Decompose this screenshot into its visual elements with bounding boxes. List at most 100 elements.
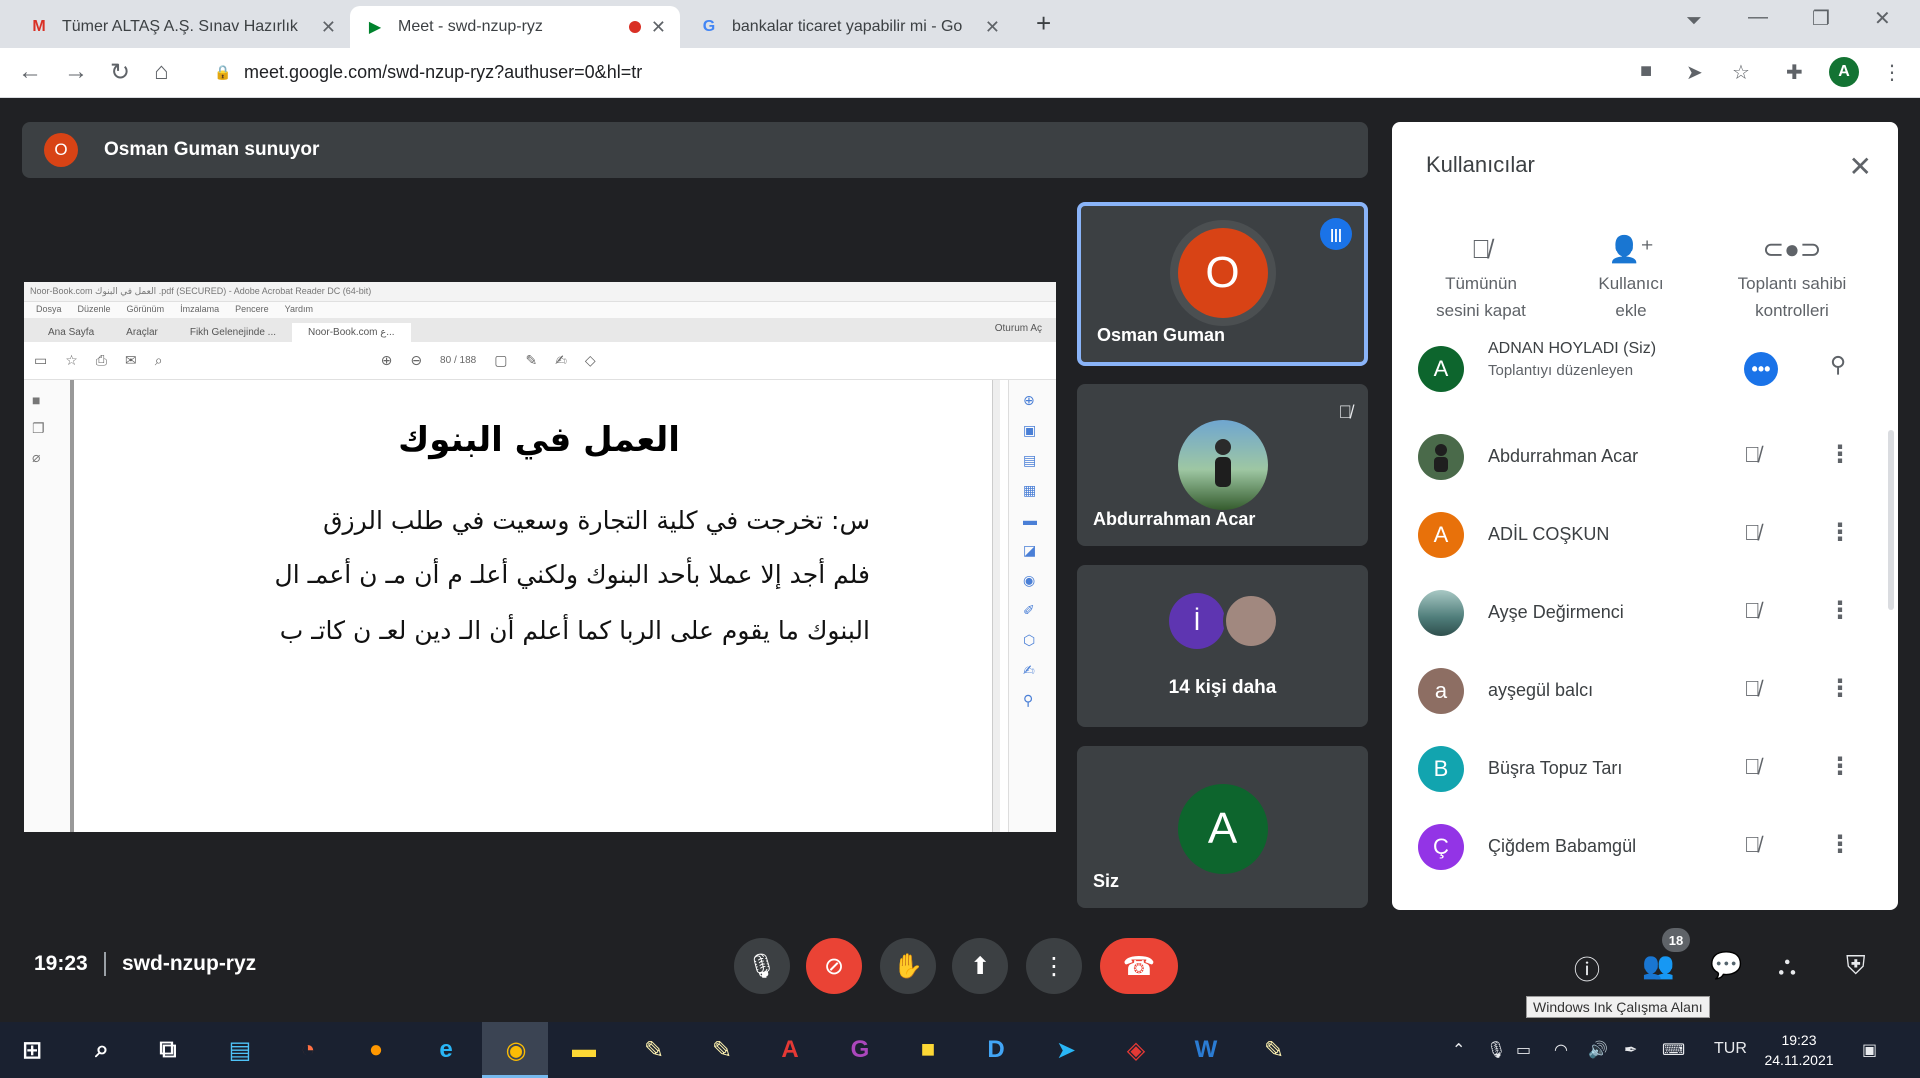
zoom-search-icon: ⌕ [154,352,163,368]
participant-row[interactable]: Abdurrahman Acar 🎙̸ ⋮ [1392,418,1898,496]
edge-icon[interactable]: e [428,1032,464,1068]
tab-google-search[interactable]: G bankalar ticaret yapabilir mi - Go ✕ [684,6,1014,48]
app-icon[interactable]: G [842,1032,878,1068]
raise-hand-button[interactable]: ✋ [880,938,936,994]
chat-icon[interactable]: 💬 [1710,950,1742,981]
microphone-button[interactable]: 🎙 [734,938,790,994]
extensions-icon[interactable]: ✚ [1786,60,1803,85]
tile-more-people[interactable]: İ 14 kişi daha [1077,565,1368,727]
back-icon[interactable]: ← [18,58,42,86]
zoom-icon: ⊕ [1023,392,1035,408]
forward-icon[interactable]: → [64,58,88,86]
ink-workspace-icon[interactable]: ✒ [1624,1040,1637,1060]
close-tab-icon[interactable]: ✕ [651,17,666,38]
app-icon[interactable]: ✎ [1256,1032,1292,1068]
profile-avatar[interactable]: A [1829,57,1859,87]
notifications-icon[interactable]: ▣ [1862,1040,1877,1060]
volume-icon[interactable]: 🔊 [1588,1040,1608,1060]
reload-icon[interactable]: ↻ [110,58,130,87]
close-tab-icon[interactable]: ✕ [985,17,1000,38]
app-icon[interactable]: ✎ [704,1032,740,1068]
tile-avatar: O [1177,228,1268,318]
telegram-icon[interactable]: ➤ [1048,1032,1084,1068]
app-icon[interactable]: ▤ [222,1032,258,1068]
leave-call-button[interactable]: ☎ [1100,938,1178,994]
chrome-icon[interactable]: ◉ [498,1032,534,1068]
app-icon[interactable]: ✎ [636,1032,672,1068]
shared-tab: Ana Sayfa [48,327,95,338]
tray-chevron-icon[interactable]: ⌃ [1452,1040,1465,1060]
person-silhouette-icon [1214,439,1231,487]
panel-scrollbar[interactable] [1888,430,1894,610]
more-options-icon[interactable]: ⋮ [1828,596,1852,625]
participant-avatar: a [1418,668,1464,714]
add-people-button[interactable]: 👤⁺ Kullanıcı ekle [1556,234,1706,324]
app-icon[interactable]: ◈ [1118,1032,1154,1068]
star-icon: ☆ [65,352,78,368]
more-options-icon[interactable]: ••• [1744,352,1778,386]
tab-search-icon[interactable]: ⏷ [1686,10,1702,33]
more-options-icon[interactable]: ⋮ [1828,518,1852,547]
close-window-icon[interactable]: ✕ [1874,6,1891,31]
minimize-icon[interactable]: — [1748,6,1768,29]
shared-screen: Noor-Book.com العمل في البنوك .pdf (SECU… [24,282,1056,832]
people-icon[interactable]: 👥 [1642,950,1674,981]
battery-icon[interactable]: ▭ [1516,1040,1531,1060]
tab-meet[interactable]: ▶ Meet - swd-nzup-ryz ✕ [350,6,680,48]
camera-off-icon: ⊘ [823,952,845,980]
more-options-icon[interactable]: ⋮ [1828,674,1852,703]
app-icon[interactable]: D [978,1032,1014,1068]
tray-mic-icon[interactable]: 🎙 [1486,1040,1506,1060]
more-options-button[interactable]: ⋮ [1026,938,1082,994]
browser-menu-icon[interactable]: ⋮ [1882,60,1902,85]
file-explorer-icon[interactable]: ▬ [566,1032,602,1068]
more-options-icon[interactable]: ⋮ [1828,752,1852,781]
search-icon[interactable]: ⌕ [84,1032,120,1068]
camera-off-button[interactable]: ⊘ [806,938,862,994]
camera-in-use-icon[interactable]: ■ [1640,60,1652,83]
action-label: Kullanıcı [1598,274,1664,293]
word-icon[interactable]: W [1188,1032,1224,1068]
participant-row[interactable]: A ADİL COŞKUN 🎙̸ ⋮ [1392,496,1898,574]
task-view-icon[interactable]: ⧉ [150,1032,186,1068]
participant-row[interactable]: A ADNAN HOYLADI (Siz) Toplantıyı düzenle… [1392,340,1898,400]
mute-all-button[interactable]: 🎙̸ Tümünün sesini kapat [1406,234,1556,324]
home-icon[interactable]: ⌂ [154,58,169,86]
participant-row[interactable]: Ayşe Değirmenci 🎙̸ ⋮ [1392,574,1898,652]
app-icon[interactable]: ◔ [290,1032,326,1068]
participant-row[interactable]: Ç Çiğdem Babamgül 🎙̸ ⋮ [1392,808,1898,886]
lock-icon: ■ [32,392,41,408]
sticky-notes-icon[interactable]: ■ [910,1032,946,1068]
restore-icon[interactable]: ❐ [1812,6,1830,31]
tile-osman-guman[interactable]: O ||| Osman Guman [1077,202,1368,366]
host-controls-button[interactable]: ⊂●⊃ Toplantı sahibi kontrolleri [1702,234,1882,324]
wifi-icon[interactable]: ◠ [1554,1040,1568,1060]
close-icon[interactable]: ✕ [1849,150,1872,183]
tile-abdurrahman-acar[interactable]: 🎙̸ Abdurrahman Acar [1077,384,1368,546]
pin-icon[interactable]: ⚲ [1830,352,1846,378]
tile-self[interactable]: A Siz [1077,746,1368,908]
keyboard-icon[interactable]: ⌨ [1662,1040,1685,1060]
language-indicator[interactable]: TUR [1714,1040,1747,1058]
host-controls-icon[interactable]: ⛨ [1846,950,1866,982]
new-tab-icon[interactable]: + [1036,8,1051,39]
address-bar[interactable]: 🔒 meet.google.com/swd-nzup-ryz?authuser=… [214,54,1614,90]
meeting-details-icon[interactable]: ⓘ [1574,950,1600,987]
lock-icon[interactable]: 🔒 [214,64,231,80]
present-button[interactable]: ⬆ [952,938,1008,994]
close-tab-icon[interactable]: ✕ [321,17,336,38]
participant-row[interactable]: a ayşegül balcı 🎙̸ ⋮ [1392,652,1898,730]
more-options-icon[interactable]: ⋮ [1828,440,1852,469]
acrobat-icon[interactable]: A [772,1032,808,1068]
tab-gmail[interactable]: M Tümer ALTAŞ A.Ş. Sınav Hazırlık ✕ [14,6,350,48]
participant-row[interactable]: B Büşra Topuz Tarı 🎙̸ ⋮ [1392,730,1898,808]
windows-start-icon[interactable]: ⊞ [14,1032,50,1068]
bookmark-star-icon[interactable]: ☆ [1732,60,1750,85]
add-person-icon: 👤⁺ [1607,234,1655,264]
activities-icon[interactable]: ⛬ [1778,950,1796,982]
more-options-icon[interactable]: ⋮ [1828,830,1852,859]
firefox-icon[interactable]: ● [358,1032,394,1068]
send-icon[interactable]: ➤ [1686,60,1703,85]
system-clock[interactable]: 19:23 24.11.2021 [1760,1030,1838,1070]
action-label: sesini kapat [1436,301,1526,320]
